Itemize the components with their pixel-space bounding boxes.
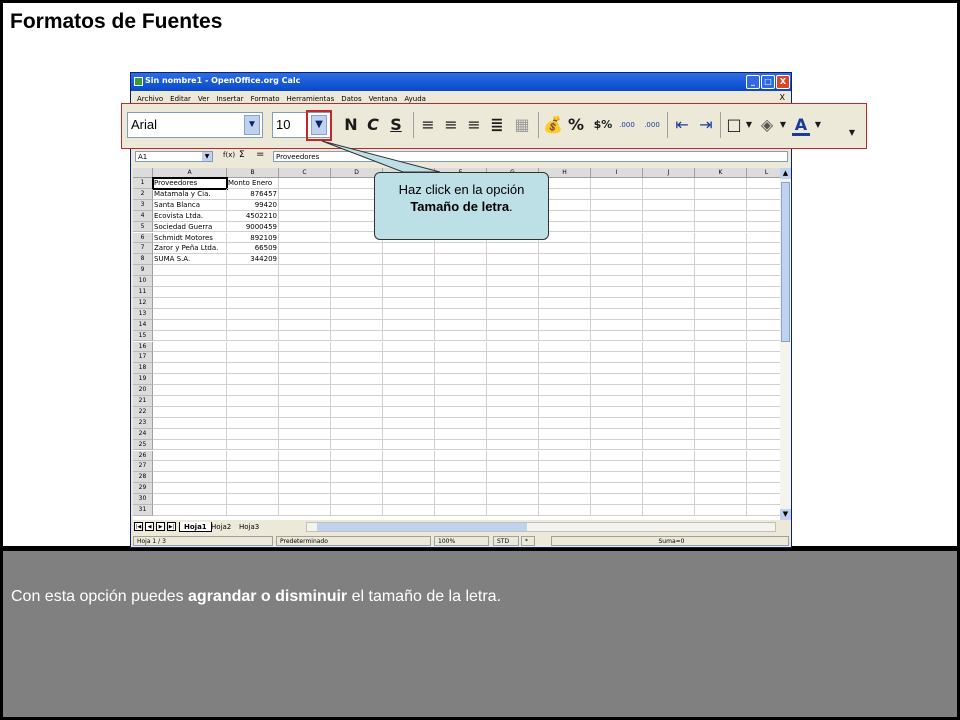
slide-caption: Con esta opción puedes agrandar o dismin… [11, 588, 501, 606]
caption-bold: agrandar o disminuir [188, 588, 348, 605]
caption-pre: Con esta opción puedes [11, 588, 189, 605]
instruction-callout: Haz click en la opción Tamaño de letra. [374, 172, 549, 240]
caption-post: el tamaño de la letra. [347, 588, 502, 605]
slide-bottom-panel: Con esta opción puedes agrandar o dismin… [3, 551, 957, 717]
slide-frame: Formatos de Fuentes Sin nombre1 - OpenOf… [0, 0, 960, 720]
callout-text-pre: Haz click en la opción [398, 182, 525, 197]
callout-text-post: . [509, 199, 513, 214]
callout-text-bold: Tamaño de letra [410, 199, 510, 214]
